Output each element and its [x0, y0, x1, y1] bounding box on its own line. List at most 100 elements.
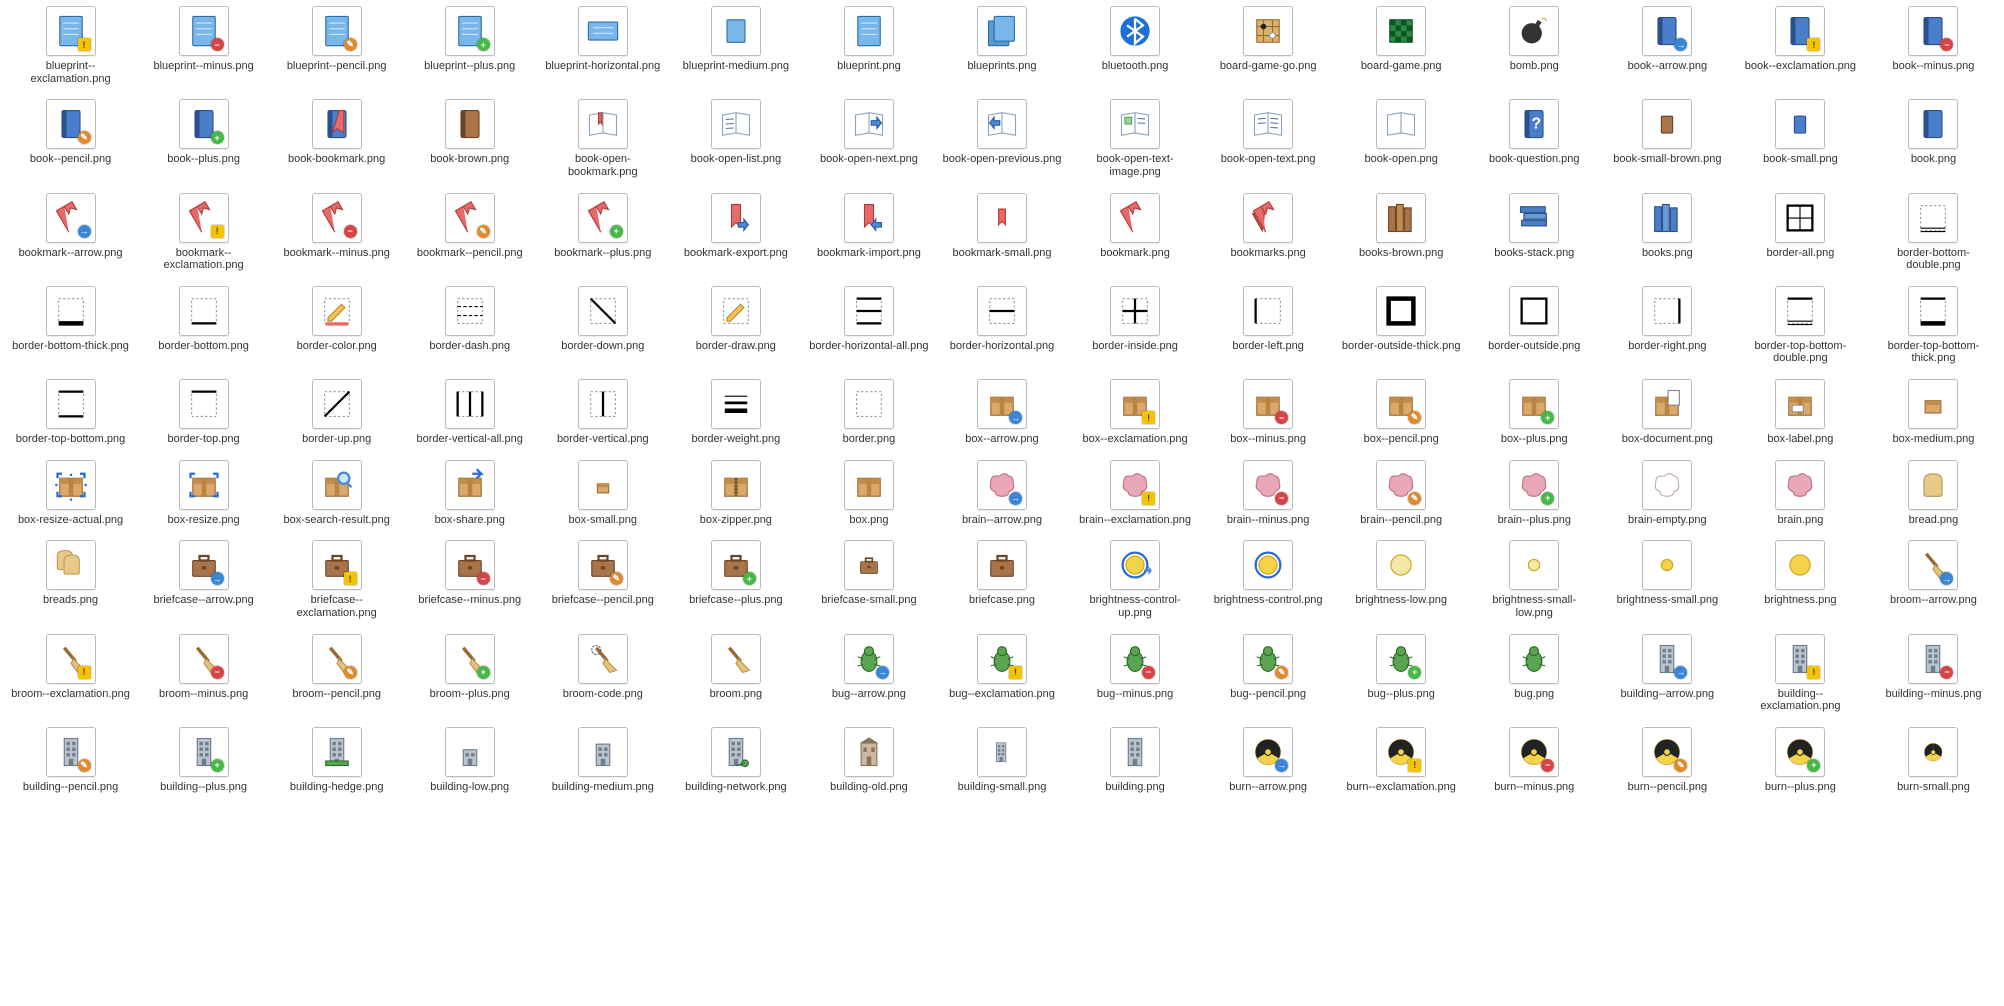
- file-item[interactable]: →box--arrow.png: [935, 379, 1068, 446]
- file-item[interactable]: +burn--plus.png: [1734, 727, 1867, 794]
- file-item[interactable]: →briefcase--arrow.png: [137, 540, 270, 619]
- file-item[interactable]: border-weight.png: [669, 379, 802, 446]
- file-item[interactable]: building.png: [1069, 727, 1202, 794]
- file-item[interactable]: bookmarks.png: [1202, 193, 1335, 272]
- file-item[interactable]: −bookmark--minus.png: [270, 193, 403, 272]
- file-item[interactable]: book-open.png: [1335, 99, 1468, 178]
- file-item[interactable]: border-draw.png: [669, 286, 802, 365]
- file-item[interactable]: bookmark.png: [1069, 193, 1202, 272]
- file-item[interactable]: ✎bookmark--pencil.png: [403, 193, 536, 272]
- file-item[interactable]: bread.png: [1867, 460, 2000, 527]
- file-item[interactable]: −burn--minus.png: [1468, 727, 1601, 794]
- file-item[interactable]: ✎building--pencil.png: [4, 727, 137, 794]
- file-item[interactable]: building-hedge.png: [270, 727, 403, 794]
- file-item[interactable]: ?book-question.png: [1468, 99, 1601, 178]
- file-item[interactable]: building-old.png: [802, 727, 935, 794]
- file-item[interactable]: box-share.png: [403, 460, 536, 527]
- file-item[interactable]: −box--minus.png: [1202, 379, 1335, 446]
- file-item[interactable]: !box--exclamation.png: [1069, 379, 1202, 446]
- file-item[interactable]: building-small.png: [935, 727, 1068, 794]
- file-item[interactable]: +blueprint--plus.png: [403, 6, 536, 85]
- file-item[interactable]: ✎brain--pencil.png: [1335, 460, 1468, 527]
- file-item[interactable]: book-open-text-image.png: [1069, 99, 1202, 178]
- file-item[interactable]: book-open-bookmark.png: [536, 99, 669, 178]
- file-item[interactable]: box-small.png: [536, 460, 669, 527]
- file-item[interactable]: border-top-bottom.png: [4, 379, 137, 446]
- file-item[interactable]: !briefcase--exclamation.png: [270, 540, 403, 619]
- file-item[interactable]: border-top-bottom-double.png: [1734, 286, 1867, 365]
- file-item[interactable]: box-label.png: [1734, 379, 1867, 446]
- file-item[interactable]: →building--arrow.png: [1601, 634, 1734, 713]
- file-item[interactable]: brightness.png: [1734, 540, 1867, 619]
- file-item[interactable]: border-bottom-double.png: [1867, 193, 2000, 272]
- file-item[interactable]: ✎blueprint--pencil.png: [270, 6, 403, 85]
- file-item[interactable]: breads.png: [4, 540, 137, 619]
- file-item[interactable]: ✎briefcase--pencil.png: [536, 540, 669, 619]
- file-item[interactable]: border-horizontal-all.png: [802, 286, 935, 365]
- file-item[interactable]: border-inside.png: [1069, 286, 1202, 365]
- file-item[interactable]: border-bottom.png: [137, 286, 270, 365]
- file-item[interactable]: briefcase.png: [935, 540, 1068, 619]
- file-item[interactable]: →broom--arrow.png: [1867, 540, 2000, 619]
- file-item[interactable]: −building--minus.png: [1867, 634, 2000, 713]
- file-item[interactable]: →bug--arrow.png: [802, 634, 935, 713]
- file-item[interactable]: book-open-list.png: [669, 99, 802, 178]
- file-item[interactable]: →brain--arrow.png: [935, 460, 1068, 527]
- file-item[interactable]: book-small.png: [1734, 99, 1867, 178]
- file-item[interactable]: ✎book--pencil.png: [4, 99, 137, 178]
- file-item[interactable]: +briefcase--plus.png: [669, 540, 802, 619]
- file-item[interactable]: ✎bug--pencil.png: [1202, 634, 1335, 713]
- file-item[interactable]: +box--plus.png: [1468, 379, 1601, 446]
- file-item[interactable]: ✎burn--pencil.png: [1601, 727, 1734, 794]
- file-item[interactable]: +book--plus.png: [137, 99, 270, 178]
- file-item[interactable]: bluetooth.png: [1069, 6, 1202, 85]
- file-item[interactable]: !broom--exclamation.png: [4, 634, 137, 713]
- file-item[interactable]: border-vertical-all.png: [403, 379, 536, 446]
- file-item[interactable]: building-medium.png: [536, 727, 669, 794]
- file-item[interactable]: brightness-small-low.png: [1468, 540, 1601, 619]
- file-item[interactable]: books-brown.png: [1335, 193, 1468, 272]
- file-item[interactable]: !bookmark--exclamation.png: [137, 193, 270, 272]
- file-item[interactable]: −brain--minus.png: [1202, 460, 1335, 527]
- file-item[interactable]: →bookmark--arrow.png: [4, 193, 137, 272]
- file-item[interactable]: book-bookmark.png: [270, 99, 403, 178]
- file-item[interactable]: border-dash.png: [403, 286, 536, 365]
- file-item[interactable]: brightness-low.png: [1335, 540, 1468, 619]
- file-item[interactable]: book-open-text.png: [1202, 99, 1335, 178]
- file-item[interactable]: blueprint-horizontal.png: [536, 6, 669, 85]
- file-item[interactable]: blueprint-medium.png: [669, 6, 802, 85]
- file-item[interactable]: border-all.png: [1734, 193, 1867, 272]
- file-item[interactable]: brightness-control.png: [1202, 540, 1335, 619]
- file-item[interactable]: border-bottom-thick.png: [4, 286, 137, 365]
- file-item[interactable]: !blueprint--exclamation.png: [4, 6, 137, 85]
- file-item[interactable]: !building--exclamation.png: [1734, 634, 1867, 713]
- file-item[interactable]: bookmark-small.png: [935, 193, 1068, 272]
- file-item[interactable]: !burn--exclamation.png: [1335, 727, 1468, 794]
- file-item[interactable]: border-top.png: [137, 379, 270, 446]
- file-item[interactable]: box-resize-actual.png: [4, 460, 137, 527]
- file-item[interactable]: +bug--plus.png: [1335, 634, 1468, 713]
- file-item[interactable]: box-zipper.png: [669, 460, 802, 527]
- file-item[interactable]: book.png: [1867, 99, 2000, 178]
- file-item[interactable]: +building--plus.png: [137, 727, 270, 794]
- file-item[interactable]: −broom--minus.png: [137, 634, 270, 713]
- file-item[interactable]: brightness-small.png: [1601, 540, 1734, 619]
- file-item[interactable]: brightness-control-up.png: [1069, 540, 1202, 619]
- file-item[interactable]: box-search-result.png: [270, 460, 403, 527]
- file-item[interactable]: border-outside-thick.png: [1335, 286, 1468, 365]
- file-item[interactable]: −bug--minus.png: [1069, 634, 1202, 713]
- file-item[interactable]: books.png: [1601, 193, 1734, 272]
- file-item[interactable]: border-vertical.png: [536, 379, 669, 446]
- file-item[interactable]: book-open-previous.png: [935, 99, 1068, 178]
- file-item[interactable]: +broom--plus.png: [403, 634, 536, 713]
- file-item[interactable]: !brain--exclamation.png: [1069, 460, 1202, 527]
- file-item[interactable]: board-game-go.png: [1202, 6, 1335, 85]
- file-item[interactable]: brain-empty.png: [1601, 460, 1734, 527]
- file-item[interactable]: border-color.png: [270, 286, 403, 365]
- file-item[interactable]: border-down.png: [536, 286, 669, 365]
- file-item[interactable]: →book--arrow.png: [1601, 6, 1734, 85]
- file-item[interactable]: +bookmark--plus.png: [536, 193, 669, 272]
- file-item[interactable]: burn-small.png: [1867, 727, 2000, 794]
- file-item[interactable]: border.png: [802, 379, 935, 446]
- file-item[interactable]: −briefcase--minus.png: [403, 540, 536, 619]
